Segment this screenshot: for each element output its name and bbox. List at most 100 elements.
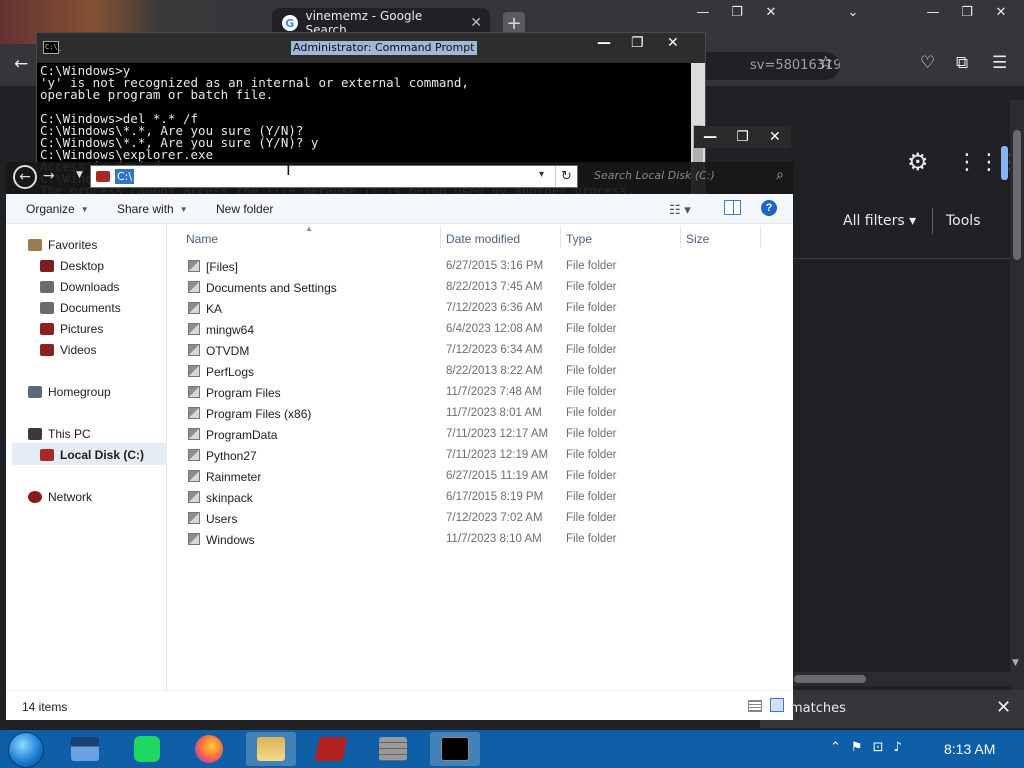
details-view-icon[interactable] xyxy=(748,700,762,712)
taskbar-app-drive[interactable] xyxy=(306,732,356,766)
extensions-icon[interactable]: ⧉ xyxy=(956,53,968,73)
file-date: 7/11/2023 12:19 AM xyxy=(446,449,549,461)
taskbar-app-spotify[interactable] xyxy=(122,732,172,766)
nav-favorites[interactable]: Favorites xyxy=(28,238,97,252)
column-type[interactable]: Type xyxy=(566,232,592,246)
nav-pictures[interactable]: Pictures xyxy=(40,322,103,336)
maximize-icon[interactable]: ❐ xyxy=(726,126,758,148)
help-icon[interactable]: ? xyxy=(761,200,777,216)
refresh-icon[interactable]: ↻ xyxy=(555,166,577,187)
column-size[interactable]: Size xyxy=(686,232,709,246)
chevron-up-icon[interactable]: ⌃ xyxy=(830,740,841,755)
cmd-title: Administrator: Command Prompt xyxy=(291,41,477,55)
file-row[interactable]: Users 7/12/2023 7:02 AM File folder xyxy=(168,508,788,529)
file-row[interactable]: Rainmeter 6/27/2015 11:19 AM File folder xyxy=(168,466,788,487)
file-row[interactable]: ProgramData 7/11/2023 12:17 AM File folder xyxy=(168,424,788,445)
file-name: Program Files (x86) xyxy=(206,407,312,421)
column-divider[interactable] xyxy=(560,226,561,248)
file-row[interactable]: PerfLogs 8/22/2013 8:22 AM File folder xyxy=(168,361,788,382)
column-date-modified[interactable]: Date modified xyxy=(446,232,520,246)
column-divider[interactable] xyxy=(440,226,441,248)
taskbar-app-explorer[interactable] xyxy=(246,732,296,766)
file-row[interactable]: [Files] 6/27/2015 3:16 PM File folder xyxy=(168,256,788,277)
maximize-icon[interactable]: ❐ xyxy=(631,35,644,51)
network-icon[interactable]: ⊡ xyxy=(873,740,884,755)
file-row[interactable]: Windows 11/7/2023 8:10 AM File folder xyxy=(168,529,788,550)
address-path[interactable]: C:\ xyxy=(115,169,135,184)
pocket-icon[interactable]: ♡ xyxy=(920,53,935,73)
search-input[interactable]: Search Local Disk (C:) ⌕ xyxy=(588,165,788,188)
minimize-icon[interactable]: — xyxy=(686,0,720,24)
minimize-icon[interactable]: — xyxy=(916,0,950,24)
google-icon: G xyxy=(282,15,298,31)
flag-icon[interactable]: ⚑ xyxy=(851,740,863,755)
chevron-down-icon[interactable]: ▾ xyxy=(539,169,544,180)
nav-videos[interactable]: Videos xyxy=(40,343,96,357)
file-row[interactable]: skinpack 6/17/2015 8:19 PM File folder xyxy=(168,487,788,508)
close-icon[interactable]: ✕ xyxy=(667,35,679,51)
star-icon[interactable]: ☆ xyxy=(818,53,833,73)
maximize-icon[interactable]: ❐ xyxy=(720,0,754,24)
taskbar-app-wall[interactable] xyxy=(368,732,418,766)
scroll-down-icon[interactable]: ▼ xyxy=(1012,658,1019,668)
start-button[interactable] xyxy=(8,732,44,768)
close-icon[interactable]: ✕ xyxy=(984,0,1018,24)
tab-close-icon[interactable]: ✕ xyxy=(470,15,482,31)
nav-network[interactable]: Network xyxy=(28,490,92,504)
tools-button[interactable]: Tools xyxy=(946,213,981,229)
change-view-icon[interactable]: ☷ ▾ xyxy=(669,202,691,218)
clock[interactable]: 8:13 AM xyxy=(944,741,995,757)
nav-desktop[interactable]: Desktop xyxy=(40,259,104,273)
back-button[interactable]: ← xyxy=(13,165,37,189)
nav-this-pc[interactable]: This PC xyxy=(28,427,91,441)
tab-list-control: ⌄ xyxy=(836,0,870,24)
file-type: File folder xyxy=(566,533,617,545)
scrollbar-thumb[interactable] xyxy=(1013,130,1021,260)
nav-local-disk[interactable]: Local Disk (C:) xyxy=(40,448,144,462)
nav-documents[interactable]: Documents xyxy=(40,301,121,315)
search-placeholder: Search Local Disk (C:) xyxy=(594,169,715,182)
minimize-icon[interactable]: — xyxy=(694,126,726,148)
recent-locations-icon[interactable]: ▼ xyxy=(76,170,83,180)
back-arrow-icon[interactable]: ← xyxy=(14,54,28,74)
volume-icon[interactable]: ♪ xyxy=(893,740,901,755)
large-icons-view-icon[interactable] xyxy=(770,698,784,712)
minimize-icon[interactable]: — xyxy=(597,35,611,51)
file-row[interactable]: OTVDM 7/12/2023 6:34 AM File folder xyxy=(168,340,788,361)
file-row[interactable]: Python27 7/11/2023 12:19 AM File folder xyxy=(168,445,788,466)
address-bar[interactable]: C:\ ▾ ↻ xyxy=(90,165,578,188)
scrollbar-thumb[interactable] xyxy=(794,675,866,683)
taskbar-app-firefox[interactable] xyxy=(184,732,234,766)
nav-homegroup[interactable]: Homegroup xyxy=(28,385,111,399)
forward-button[interactable]: → xyxy=(43,168,55,184)
gear-icon[interactable]: ⚙ xyxy=(907,148,929,176)
file-row[interactable]: KA 7/12/2023 6:36 AM File folder xyxy=(168,298,788,319)
taskbar-app-cmd[interactable] xyxy=(430,732,480,766)
share-with-button[interactable]: Share with ▼ xyxy=(117,202,188,216)
column-divider[interactable] xyxy=(680,226,681,248)
file-row[interactable]: Program Files (x86) 11/7/2023 8:01 AM File… xyxy=(168,403,788,424)
cmd-title-bar[interactable]: C:\_ Administrator: Command Prompt — ❐ ✕ xyxy=(37,33,705,63)
chevron-down-icon[interactable]: ⌄ xyxy=(836,0,870,24)
file-row[interactable]: Program Files 11/7/2023 7:48 AM File folde… xyxy=(168,382,788,403)
all-filters-button[interactable]: All filters ▾ xyxy=(843,213,916,229)
close-icon[interactable]: ✕ xyxy=(759,126,791,148)
preview-pane-icon[interactable] xyxy=(724,200,741,215)
file-row[interactable]: mingw64 6/4/2023 12:08 AM File folder xyxy=(168,319,788,340)
restore-icon[interactable]: ❐ xyxy=(950,0,984,24)
horizontal-scrollbar[interactable] xyxy=(792,672,1010,686)
new-folder-button[interactable]: New folder xyxy=(216,202,273,216)
organize-button[interactable]: Organize ▼ xyxy=(26,202,89,216)
menu-icon[interactable]: ☰ xyxy=(992,53,1007,73)
taskbar-app-task-manager[interactable] xyxy=(60,732,110,766)
column-name[interactable]: Name xyxy=(186,232,218,246)
search-icon: ⌕ xyxy=(776,167,784,183)
nav-downloads[interactable]: Downloads xyxy=(40,280,119,294)
close-icon[interactable]: ✕ xyxy=(996,697,1011,718)
file-type: File folder xyxy=(566,512,617,524)
close-icon[interactable]: ✕ xyxy=(754,0,788,24)
file-row[interactable]: Documents and Settings 8/22/2013 7:45 AM F… xyxy=(168,277,788,298)
browser-scrollbar[interactable]: ▼ xyxy=(1010,100,1024,690)
column-divider[interactable] xyxy=(760,226,761,248)
new-tab-button[interactable]: + xyxy=(503,12,525,34)
